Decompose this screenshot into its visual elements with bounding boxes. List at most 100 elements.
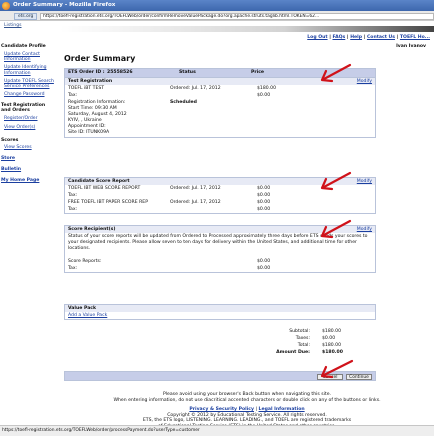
score-report-item-price: $0.00 (257, 200, 271, 205)
score-reports-label: Score Reports: (68, 259, 102, 265)
subtotal-label: Subtotal: (289, 329, 310, 334)
score-report-item-name: TOEFL IBT WEB SCORE REPORT (68, 186, 141, 191)
score-report-item-price: $0.00 (257, 186, 271, 191)
tax-label: Tax: (68, 193, 78, 198)
modify-score-report-link[interactable]: Modify (357, 178, 372, 185)
value-pack-header: Value Pack (65, 305, 375, 312)
tax-value: $0.00 (257, 207, 271, 212)
separator: | (346, 35, 349, 40)
test-item-name: TOEFL iBT TEST (68, 86, 105, 91)
total-value: $180.00 (322, 343, 341, 348)
score-report-tax-row: Tax: $0.00 (65, 192, 375, 199)
modify-test-registration-link[interactable]: Modify (357, 78, 372, 85)
separator: | (329, 35, 331, 40)
tax-label: Tax: (68, 266, 78, 272)
footer-diacritics-note: When entering information, do not use di… (113, 397, 381, 403)
red-arrow-icon (320, 171, 352, 191)
total-label: Total: (297, 343, 310, 348)
status-column-header: Status (179, 70, 196, 75)
test-tax-row: Tax: $0.00 (65, 92, 375, 99)
order-id-value: 25558526 (107, 70, 133, 75)
red-arrow-icon (320, 359, 354, 379)
nav-heading-candidate-profile: Candidate Profile (1, 44, 46, 49)
help-link[interactable]: Help (350, 35, 362, 40)
order-totals: Subtotal: $180.00 Taxes: $0.00 Total: $1… (208, 328, 376, 356)
nav-heading-test-registration: Test Registration and Orders (1, 103, 46, 114)
amount-due-value: $180.00 (322, 350, 343, 355)
registration-info-row: Registration Information: Scheduled (65, 99, 375, 106)
score-report-item-ordered: Ordered: Jul. 17, 2012 (170, 186, 221, 191)
price-column-header: Price (251, 70, 265, 75)
score-reports-value: $0.00 (257, 259, 271, 265)
subtotal-value: $180.00 (322, 329, 341, 334)
score-report-item-name: FREE TOEFL IBT PAPER SCORE REP (68, 200, 148, 205)
amount-due-label: Amount Due: (276, 350, 310, 355)
nav-link-change-password[interactable]: Change Password (0, 92, 56, 97)
score-recipients-tax-row: Tax: $0.00 (65, 265, 375, 272)
nav-link-update-identifying[interactable]: Update Identifying Information (0, 65, 56, 75)
score-recipients-heading: Score Recipient(s) (68, 227, 116, 232)
left-navigation: Listings Candidate Profile Update Contac… (0, 21, 56, 425)
contact-us-link[interactable]: Contact Us (367, 35, 395, 40)
separator: | (396, 35, 399, 40)
nav-link-view-orders[interactable]: View Order(s) (0, 125, 56, 130)
nav-link-my-home-page[interactable]: My Home Page (0, 178, 56, 183)
nav-heading-scores: Scores (1, 137, 19, 143)
separator: | (255, 407, 258, 413)
url-input[interactable]: https://toefl-registration.ets.org/TOEFL… (40, 12, 434, 20)
user-name: Ivan Ivanov (396, 44, 426, 49)
nav-link-bulletin[interactable]: Bulletin (0, 167, 56, 172)
privacy-policy-link[interactable]: Privacy & Security Policy (189, 407, 254, 412)
modify-score-recipients-link[interactable]: Modify (357, 226, 372, 233)
red-arrow-icon (320, 63, 352, 83)
registration-status: Scheduled (170, 100, 197, 105)
registration-info-label: Registration Information: (68, 100, 126, 105)
score-report-heading: Candidate Score Report (68, 179, 130, 184)
subtotal-row: Subtotal: $180.00 (208, 328, 376, 335)
header-banner (60, 26, 434, 32)
taxes-value: $0.00 (322, 336, 336, 341)
add-value-pack-link[interactable]: Add a Value Pack (68, 313, 107, 318)
site-identity-badge[interactable]: ets.org (14, 12, 38, 20)
test-registration-heading: Test Registration (68, 79, 113, 84)
tax-value: $0.00 (257, 266, 271, 272)
window-title: Order Summary - Mozilla Firefox (13, 2, 116, 8)
nav-link-search-preferences[interactable]: Update TOEFL Search Service Preferences (0, 79, 56, 89)
main-content: Log Out | FAQs | Help | Contact Us | TOE… (60, 21, 434, 391)
score-report-item-ordered: Ordered: Jul. 17, 2012 (170, 200, 221, 205)
amount-due-row: Amount Due: $180.00 (208, 349, 376, 356)
score-report-row: FREE TOEFL IBT PAPER SCORE REP Ordered: … (65, 199, 375, 206)
separator: | (363, 35, 366, 40)
taxes-row: Taxes: $0.00 (208, 335, 376, 342)
score-reports-row: Score Reports: $0.00 (65, 258, 375, 265)
legal-information-link[interactable]: Legal Information (259, 407, 305, 412)
test-tax-value: $0.00 (257, 93, 271, 98)
site-id: Site ID: ITUNK09A (68, 130, 110, 135)
tax-value: $0.00 (257, 193, 271, 198)
total-row: Total: $180.00 (208, 342, 376, 349)
tax-label: Tax: (68, 207, 78, 212)
taxes-label: Taxes: (295, 336, 310, 341)
address-bar: ets.org https://toefl-registration.ets.o… (0, 11, 434, 21)
test-item-ordered: Ordered: Jul. 17, 2012 (170, 86, 221, 91)
window-titlebar: Order Summary - Mozilla Firefox (0, 0, 434, 11)
nav-link-view-scores[interactable]: View Scores (0, 145, 56, 150)
browser-status-bar: https://toefl-registration.ets.org/TOEFL… (0, 425, 434, 436)
nav-link-store[interactable]: Store (0, 156, 56, 161)
red-arrow-icon (320, 219, 352, 239)
nav-link-register-order[interactable]: Register/Order (0, 116, 56, 121)
page-title: Order Summary (64, 54, 136, 63)
nav-top-link[interactable]: Listings (0, 23, 56, 28)
test-registration-panel: Test Registration Modify TOEFL iBT TEST … (64, 78, 376, 138)
firefox-icon (2, 1, 10, 10)
value-pack-panel: Value Pack Add a Value Pack (64, 304, 376, 320)
test-item-row: TOEFL iBT TEST Ordered: Jul. 17, 2012 $1… (65, 85, 375, 92)
toefl-home-link[interactable]: TOEFL Ho... (400, 35, 430, 40)
page-footer: Please avoid using your browser's Back b… (60, 392, 434, 430)
score-report-tax-row: Tax: $0.00 (65, 206, 375, 213)
value-pack-row: Add a Value Pack (65, 312, 375, 319)
nav-link-update-contact[interactable]: Update Contact Information (0, 52, 56, 62)
logout-link[interactable]: Log Out (307, 35, 327, 40)
faqs-link[interactable]: FAQs (332, 35, 345, 40)
header-links: Log Out | FAQs | Help | Contact Us | TOE… (307, 35, 430, 40)
